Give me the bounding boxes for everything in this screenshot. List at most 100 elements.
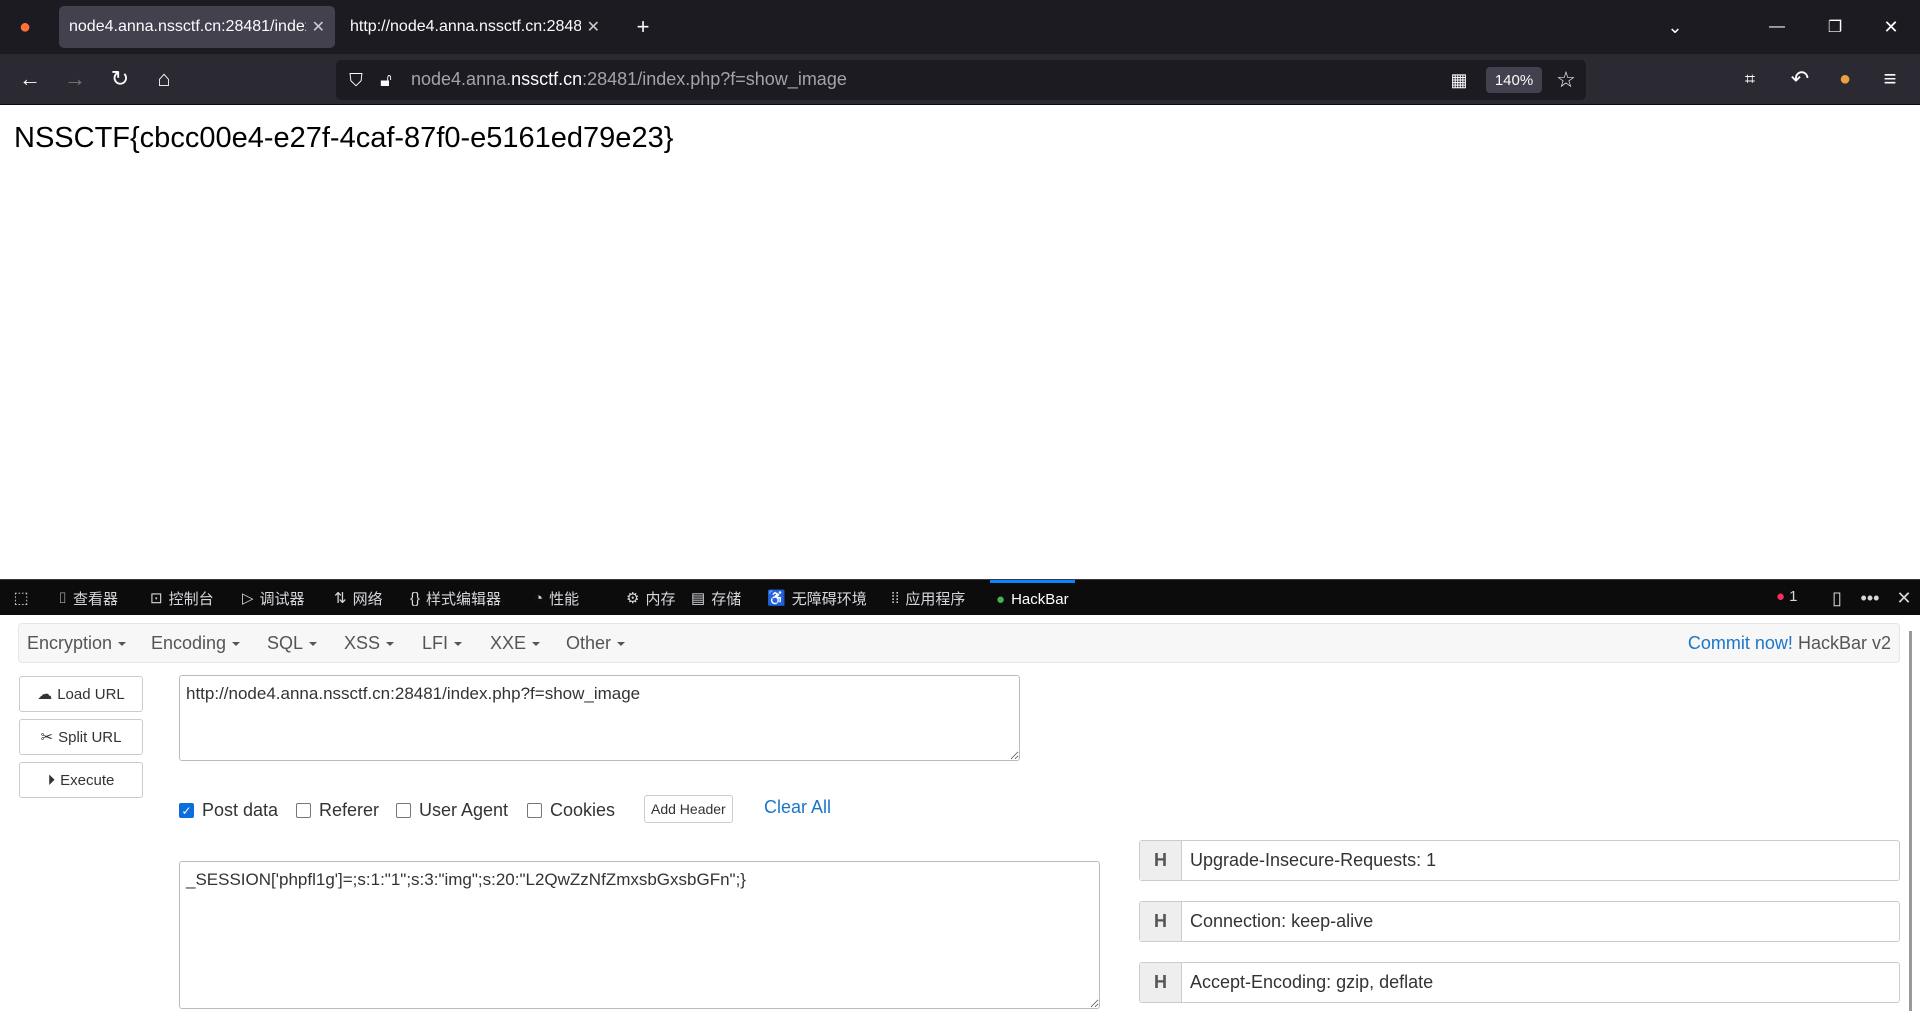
- undo-icon[interactable]: ↶: [1785, 64, 1815, 94]
- tab-title: http://node4.anna.nssctf.cn:28481/index.…: [350, 18, 581, 35]
- home-icon[interactable]: ⌂: [149, 64, 179, 94]
- checkbox-post-data[interactable]: ✓ Post data: [179, 800, 278, 821]
- devtools-tab[interactable]: ◔ 性能: [528, 580, 585, 616]
- devtools-tab-icon: {}: [410, 589, 421, 607]
- close-window-icon[interactable]: ✕: [1876, 12, 1906, 42]
- devtools-tab-label: 样式编辑器: [426, 590, 502, 608]
- checkbox-box[interactable]: [296, 803, 311, 818]
- element-picker-icon[interactable]: ⬚: [8, 585, 34, 611]
- devtools-tab[interactable]: ♿ 无障碍环境: [761, 580, 873, 616]
- header-row[interactable]: H Accept-Encoding: gzip, deflate: [1139, 962, 1900, 1003]
- post-data-input[interactable]: [179, 861, 1100, 1009]
- devtools-tab[interactable]: {} 样式编辑器: [404, 580, 507, 616]
- menu-other[interactable]: Other: [566, 633, 625, 654]
- devtools-tab-icon: ◔: [534, 589, 544, 607]
- extension-icon[interactable]: ●: [1830, 64, 1860, 94]
- minimize-icon[interactable]: —: [1762, 12, 1792, 42]
- execute-button[interactable]: ⏵ Execute: [19, 762, 143, 798]
- qr-code-icon[interactable]: ▦: [1446, 67, 1472, 93]
- checkbox-box[interactable]: ✓: [179, 803, 194, 818]
- devtools-tab[interactable]: ⁞⁞ 应用程序: [885, 580, 971, 616]
- checkbox-user-agent[interactable]: User Agent: [396, 800, 508, 821]
- devtools-tab-label: 性能: [549, 590, 580, 608]
- menu-xxe[interactable]: XXE: [490, 633, 540, 654]
- devtools-tab-label: 应用程序: [905, 590, 966, 608]
- new-tab-icon[interactable]: +: [628, 12, 658, 42]
- devtools-tab-label: 控制台: [168, 590, 214, 608]
- devtools-tab[interactable]: ▷ 调试器: [236, 580, 311, 616]
- url-bar[interactable]: ⛉ 🔓︎ node4.anna.nssctf.cn:28481/index.ph…: [336, 60, 1586, 100]
- commit-info: Commit now! HackBar v2: [1688, 633, 1891, 654]
- checkbox-label: Cookies: [550, 800, 616, 820]
- header-row[interactable]: H Upgrade-Insecure-Requests: 1: [1139, 840, 1900, 881]
- responsive-design-icon[interactable]: ▯: [1823, 584, 1851, 612]
- bookmark-star-icon[interactable]: ☆: [1552, 66, 1580, 94]
- devtools-tab[interactable]: ⇅ 网络: [328, 580, 389, 616]
- devtools-tab-icon: ⊡: [150, 590, 163, 607]
- scrollbar[interactable]: [1909, 631, 1912, 1011]
- scissors-icon: ✂: [40, 729, 54, 746]
- header-value[interactable]: Accept-Encoding: gzip, deflate: [1182, 972, 1433, 993]
- checkbox-label: Post data: [202, 800, 279, 820]
- header-value[interactable]: Upgrade-Insecure-Requests: 1: [1182, 850, 1436, 871]
- menu-encoding[interactable]: Encoding: [151, 633, 240, 654]
- menu-encryption[interactable]: Encryption: [27, 633, 126, 654]
- header-badge[interactable]: H: [1140, 841, 1182, 880]
- menu-lfi[interactable]: LFI: [422, 633, 462, 654]
- checkbox-box[interactable]: [527, 803, 542, 818]
- restore-icon[interactable]: ❐: [1820, 12, 1850, 42]
- add-header-button[interactable]: Add Header: [644, 795, 733, 823]
- header-badge[interactable]: H: [1140, 902, 1182, 941]
- load-url-button[interactable]: ☁ Load URL: [19, 676, 143, 712]
- menu-xss[interactable]: XSS: [344, 633, 394, 654]
- hackbar-menu: Commit now! HackBar v2 Encryption Encodin…: [18, 623, 1900, 663]
- header-value[interactable]: Connection: keep-alive: [1182, 911, 1373, 932]
- more-options-icon[interactable]: •••: [1856, 584, 1884, 612]
- devtools-tab-label: 无障碍环境: [791, 590, 867, 608]
- header-row[interactable]: H Connection: keep-alive: [1139, 901, 1900, 942]
- checkbox-referer[interactable]: Referer: [296, 800, 379, 821]
- insecure-lock-icon[interactable]: 🔓︎: [372, 66, 400, 94]
- checkbox-box[interactable]: [396, 803, 411, 818]
- url-input[interactable]: [179, 675, 1020, 761]
- tab-1[interactable]: node4.anna.nssctf.cn:28481/index.php?f=s…: [59, 6, 335, 48]
- close-devtools-icon[interactable]: ✕: [1890, 584, 1918, 612]
- devtools-tab-label: 调试器: [259, 590, 305, 608]
- crop-icon[interactable]: ⌗: [1735, 64, 1765, 94]
- cloud-download-icon: ☁: [37, 686, 53, 703]
- commit-link[interactable]: Commit now!: [1688, 633, 1793, 653]
- menu-sql[interactable]: SQL: [267, 633, 317, 654]
- devtools-tab[interactable]: ⚙ 内存: [620, 580, 681, 616]
- zoom-level[interactable]: 140%: [1486, 67, 1542, 93]
- shield-icon[interactable]: ⛉: [342, 66, 370, 94]
- tab-list-chevron-icon[interactable]: ⌄: [1660, 12, 1690, 42]
- back-icon[interactable]: ←: [15, 64, 45, 94]
- label: Execute: [60, 771, 115, 789]
- devtools-tab-icon: ⌷: [58, 589, 68, 607]
- tab-title: node4.anna.nssctf.cn:28481/index.php?f=s…: [69, 18, 306, 35]
- reload-icon[interactable]: ↻: [105, 64, 135, 94]
- version: HackBar v2: [1797, 633, 1891, 653]
- error-count[interactable]: ● 1: [1776, 588, 1797, 605]
- devtools-tab[interactable]: ▤ 存储: [685, 580, 747, 616]
- forward-icon[interactable]: →: [60, 64, 90, 94]
- devtools-tab-icon: ♿: [767, 590, 786, 607]
- devtools-toolbar: ⬚ ⌷ 查看器 ⊡ 控制台 ▷ 调试器 ⇅ 网络 {} 样式编辑器 ◔ 性能 ⚙ 内存 ▤ 存储 ♿ 无障碍环境 ⁞…: [0, 579, 1920, 615]
- header-badge[interactable]: H: [1140, 963, 1182, 1002]
- checkbox-cookies[interactable]: Cookies: [527, 800, 615, 821]
- devtools-tab-icon: ●: [996, 591, 1006, 608]
- url-text[interactable]: node4.anna.nssctf.cn:28481/index.php?f=s…: [411, 69, 847, 90]
- close-tab-icon[interactable]: ✕: [312, 17, 325, 37]
- split-url-button[interactable]: ✂ Split URL: [19, 719, 143, 755]
- devtools-tab[interactable]: ⊡ 控制台: [144, 580, 220, 616]
- devtools-tab[interactable]: ● HackBar: [990, 580, 1075, 616]
- close-tab-icon[interactable]: ✕: [587, 17, 600, 37]
- tab-2[interactable]: http://node4.anna.nssctf.cn:28481/index.…: [340, 6, 610, 48]
- menu-icon[interactable]: ≡: [1875, 64, 1905, 94]
- devtools-tab-icon: ⚙: [626, 590, 640, 607]
- tab-bar: ● node4.anna.nssctf.cn:28481/index.php?f…: [0, 0, 1920, 54]
- flag-text: NSSCTF{cbcc00e4-e27f-4caf-87f0-e5161ed79…: [14, 122, 674, 154]
- devtools-tab[interactable]: ⌷ 查看器: [52, 580, 124, 616]
- checkbox-label: Referer: [319, 800, 380, 820]
- clear-all-link[interactable]: Clear All: [764, 797, 831, 818]
